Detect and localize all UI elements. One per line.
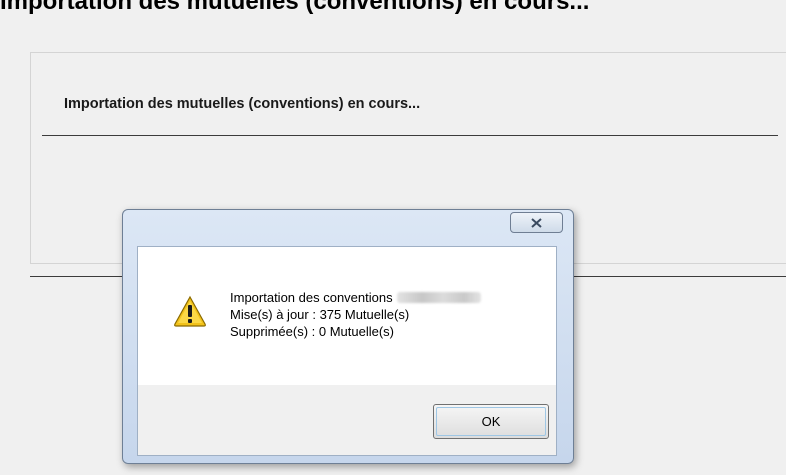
warning-icon [174,295,206,327]
dialog-message-area: Importation des conventions Mise(s) à jo… [138,247,556,385]
background-divider [42,135,778,136]
redacted-name [396,292,481,303]
background-top-text: Importation des mutuelles (conventions) … [0,0,590,15]
dialog-message: Importation des conventions Mise(s) à jo… [230,289,481,340]
background-top-strip: Importation des mutuelles (conventions) … [0,0,786,22]
message-line-import-text: Importation des conventions [230,290,393,305]
background-title: Importation des mutuelles (conventions) … [64,96,421,112]
message-dialog: Importation des conventions Mise(s) à jo… [122,209,574,464]
message-line-updated: Mise(s) à jour : 375 Mutuelle(s) [230,307,410,322]
ok-button[interactable]: OK [433,404,549,439]
message-line-deleted: Supprimée(s) : 0 Mutuelle(s) [230,324,394,339]
close-icon [531,218,542,228]
dialog-client-area: Importation des conventions Mise(s) à jo… [137,246,557,456]
dialog-close-button[interactable] [510,212,563,233]
message-line-import: Importation des conventions [230,289,481,306]
